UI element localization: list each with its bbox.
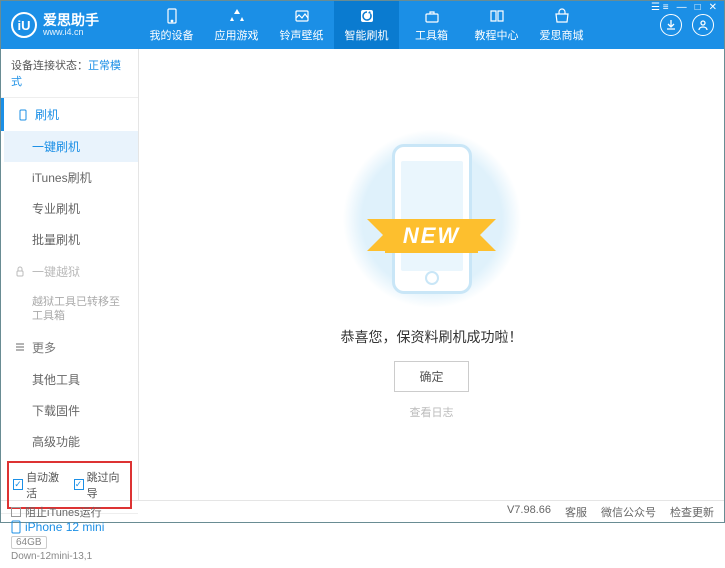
sidebar-jailbreak-note: 越狱工具已转移至工具箱 [4, 288, 138, 331]
connection-status: 设备连接状态：正常模式 [1, 49, 138, 98]
sidebar-item-pro[interactable]: 专业刷机 [4, 193, 138, 224]
sidebar-item-batch[interactable]: 批量刷机 [4, 224, 138, 255]
logo-icon: iU [11, 12, 37, 38]
success-illustration: NEW [357, 129, 507, 309]
ok-button[interactable]: 确定 [394, 361, 468, 392]
main-nav: 我的设备 应用游戏 铃声壁纸 智能刷机 工具箱 教程中心 爱思商城 [139, 1, 594, 49]
version-label: V7.98.66 [507, 504, 551, 520]
sidebar: 设备连接状态：正常模式 刷机 一键刷机 iTunes刷机 专业刷机 批量刷机 一… [1, 49, 139, 500]
checkbox-auto-activate[interactable]: ✓自动激活 [13, 469, 66, 501]
wallpaper-icon [293, 7, 311, 25]
success-message: 恭喜您，保资料刷机成功啦！ [341, 327, 523, 347]
device-block[interactable]: iPhone 12 mini 64GB Down-12mini-13,1 [1, 513, 138, 568]
checkbox-highlight: ✓自动激活 ✓跳过向导 [7, 461, 132, 509]
checkbox-skip-guide[interactable]: ✓跳过向导 [74, 469, 127, 501]
apps-icon [228, 7, 246, 25]
nav-toolbox[interactable]: 工具箱 [399, 1, 464, 49]
phone-icon [163, 7, 181, 25]
toolbox-icon [423, 7, 441, 25]
wechat-link[interactable]: 微信公众号 [601, 504, 656, 520]
nav-store[interactable]: 爱思商城 [529, 1, 594, 49]
sidebar-jailbreak-header: 一键越狱 [4, 255, 138, 288]
view-log-link[interactable]: 查看日志 [410, 404, 454, 420]
logo[interactable]: iU 爱思助手 www.i4.cn [11, 12, 139, 38]
list-icon [14, 341, 26, 353]
app-name: 爱思助手 [43, 13, 99, 27]
maximize-icon[interactable]: □ [695, 2, 701, 13]
lock-icon [14, 266, 26, 278]
download-button[interactable] [660, 14, 682, 36]
main-content: NEW 恭喜您，保资料刷机成功啦！ 确定 查看日志 [139, 49, 724, 500]
nav-tutorial[interactable]: 教程中心 [464, 1, 529, 49]
phone-icon [11, 520, 21, 534]
sidebar-flash-header[interactable]: 刷机 [1, 98, 138, 131]
sidebar-item-other[interactable]: 其他工具 [4, 364, 138, 395]
phone-icon [17, 109, 29, 121]
nav-flash[interactable]: 智能刷机 [334, 1, 399, 49]
nav-ringtone[interactable]: 铃声壁纸 [269, 1, 334, 49]
nav-apps[interactable]: 应用游戏 [204, 1, 269, 49]
window-controls: ☰ ≡ ― □ ✕ [651, 2, 717, 13]
sidebar-item-oneclick[interactable]: 一键刷机 [4, 131, 138, 162]
nav-my-device[interactable]: 我的设备 [139, 1, 204, 49]
user-button[interactable] [692, 14, 714, 36]
sidebar-item-itunes[interactable]: iTunes刷机 [4, 162, 138, 193]
support-link[interactable]: 客服 [565, 504, 587, 520]
sidebar-item-download[interactable]: 下载固件 [4, 395, 138, 426]
topbar: iU 爱思助手 www.i4.cn 我的设备 应用游戏 铃声壁纸 智能刷机 工具… [1, 1, 724, 49]
device-model: Down-12mini-13,1 [11, 551, 128, 562]
close-icon[interactable]: ✕ [709, 2, 717, 13]
book-icon [488, 7, 506, 25]
update-link[interactable]: 检查更新 [670, 504, 714, 520]
menu-icon[interactable]: ☰ ≡ [651, 2, 669, 13]
sidebar-more-header[interactable]: 更多 [4, 331, 138, 364]
store-icon [553, 7, 571, 25]
minimize-icon[interactable]: ― [677, 2, 687, 13]
device-capacity: 64GB [11, 536, 47, 549]
new-ribbon: NEW [385, 219, 478, 253]
app-url: www.i4.cn [43, 27, 99, 37]
checkbox-block-itunes[interactable]: 阻止iTunes运行 [11, 504, 102, 520]
sidebar-item-advanced[interactable]: 高级功能 [4, 426, 138, 457]
refresh-icon [358, 7, 376, 25]
